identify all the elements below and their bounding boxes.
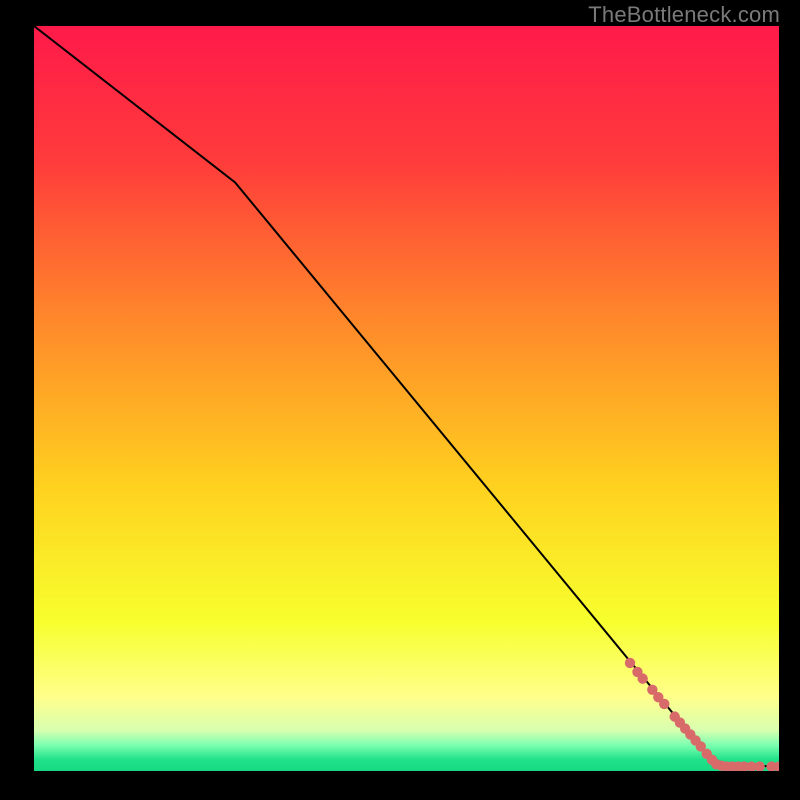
marker-dot (659, 699, 669, 709)
attribution-label: TheBottleneck.com (588, 2, 780, 28)
marker-dot (637, 673, 647, 683)
marker-dot (625, 658, 635, 668)
chart-frame: TheBottleneck.com (0, 0, 800, 800)
chart-svg (34, 26, 779, 771)
gradient-background (34, 26, 779, 771)
plot-area (34, 26, 779, 771)
